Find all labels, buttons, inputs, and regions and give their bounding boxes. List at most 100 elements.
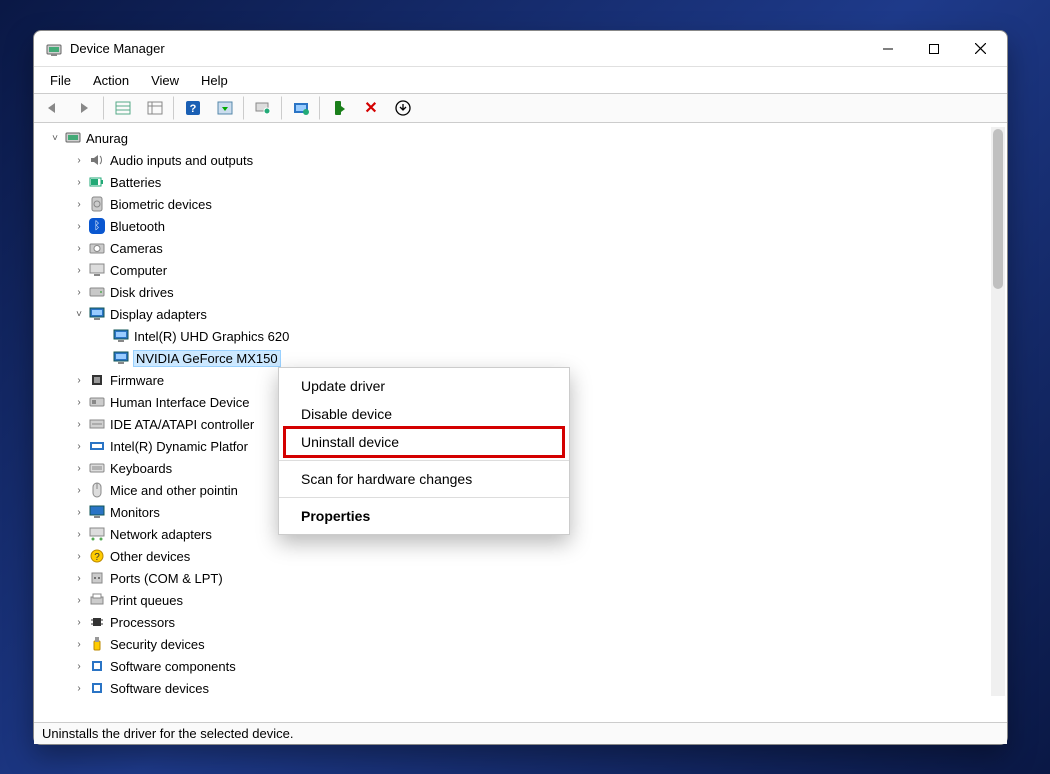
chevron-icon[interactable]: › (72, 681, 86, 695)
software-icon (88, 679, 106, 697)
chevron-icon[interactable]: › (72, 461, 86, 475)
tree-item-label: Monitors (110, 505, 160, 520)
tree-item-nvidia-geforce-mx150[interactable]: NVIDIA GeForce MX150 (40, 347, 1005, 369)
tree-item-ports-com-lpt[interactable]: › Ports (COM & LPT) (40, 567, 1005, 589)
menu-view[interactable]: View (141, 71, 189, 90)
maximize-button[interactable] (911, 34, 957, 64)
chevron-icon[interactable]: › (72, 197, 86, 211)
list-view-button[interactable] (108, 96, 138, 120)
tree-item-label: Cameras (110, 241, 163, 256)
tree-item-bluetooth[interactable]: › ᛒ Bluetooth (40, 215, 1005, 237)
menu-file[interactable]: File (40, 71, 81, 90)
tree-item-label: Intel(R) UHD Graphics 620 (134, 329, 289, 344)
tree-item-print-queues[interactable]: › Print queues (40, 589, 1005, 611)
uninstall-device-button[interactable] (388, 96, 418, 120)
audio-icon (88, 151, 106, 169)
chevron-icon[interactable]: › (72, 285, 86, 299)
tree-item-software-components[interactable]: › Software components (40, 655, 1005, 677)
context-disable-device[interactable]: Disable device (279, 400, 569, 428)
chevron-icon[interactable]: › (72, 593, 86, 607)
tree-item-label: IDE ATA/ATAPI controller (110, 417, 254, 432)
forward-button[interactable] (70, 96, 104, 120)
chevron-icon[interactable]: › (72, 527, 86, 541)
chevron-icon[interactable]: › (72, 571, 86, 585)
tree-item-batteries[interactable]: › Batteries (40, 171, 1005, 193)
update-driver-button[interactable] (286, 96, 320, 120)
chevron-icon[interactable]: › (72, 417, 86, 431)
tree-root[interactable]: ˅ Anurag (40, 127, 1005, 149)
display-icon (88, 305, 106, 323)
context-update-driver[interactable]: Update driver (279, 372, 569, 400)
tree-item-disk-drives[interactable]: › Disk drives (40, 281, 1005, 303)
keyboard-icon (88, 459, 106, 477)
tree-item-label: Audio inputs and outputs (110, 153, 253, 168)
app-icon (46, 41, 62, 57)
chevron-icon[interactable]: › (72, 615, 86, 629)
statusbar: Uninstalls the driver for the selected d… (34, 722, 1007, 744)
chevron-icon[interactable]: › (72, 241, 86, 255)
battery-icon (88, 173, 106, 191)
tree-item-label: Software components (110, 659, 236, 674)
tree-item-label: Firmware (110, 373, 164, 388)
tree-item-label: Keyboards (110, 461, 172, 476)
chevron-icon[interactable]: › (72, 395, 86, 409)
disable-device-button[interactable]: ✕ (356, 96, 386, 120)
chevron-icon[interactable]: › (72, 637, 86, 651)
chevron-icon[interactable]: › (72, 483, 86, 497)
context-separator (279, 497, 569, 498)
back-button[interactable] (38, 96, 68, 120)
tree-item-software-devices[interactable]: › Software devices (40, 677, 1005, 699)
tree-item-label: Ports (COM & LPT) (110, 571, 223, 586)
tree-item-audio-inputs-and-outputs[interactable]: › Audio inputs and outputs (40, 149, 1005, 171)
tree-item-display-adapters[interactable]: ˅ Display adapters (40, 303, 1005, 325)
tree-item-label: Mice and other pointin (110, 483, 238, 498)
software-icon (88, 657, 106, 675)
tree-item-security-devices[interactable]: › Security devices (40, 633, 1005, 655)
context-scan-hardware[interactable]: Scan for hardware changes (279, 465, 569, 493)
tree-item-label: Disk drives (110, 285, 174, 300)
tree-item-biometric-devices[interactable]: › Biometric devices (40, 193, 1005, 215)
enable-device-button[interactable] (324, 96, 354, 120)
tree-item-computer[interactable]: › Computer (40, 259, 1005, 281)
chevron-icon[interactable]: › (72, 219, 86, 233)
tree-item-other-devices[interactable]: › ? Other devices (40, 545, 1005, 567)
details-view-button[interactable] (140, 96, 174, 120)
tree-item-label: Human Interface Device (110, 395, 249, 410)
svg-text:?: ? (94, 552, 100, 563)
chevron-icon[interactable]: ˅ (72, 307, 86, 321)
display-icon (112, 327, 130, 345)
tree-item-label: Bluetooth (110, 219, 165, 234)
firmware-icon (88, 371, 106, 389)
bluetooth-icon: ᛒ (88, 217, 106, 235)
context-uninstall-device[interactable]: Uninstall device (285, 428, 563, 456)
minimize-button[interactable] (865, 34, 911, 64)
disk-icon (88, 283, 106, 301)
x-icon: ✕ (364, 98, 377, 118)
scrollbar[interactable] (991, 127, 1005, 696)
scan-button[interactable] (248, 96, 282, 120)
chevron-icon[interactable]: › (72, 549, 86, 563)
ide-icon (88, 415, 106, 433)
chevron-icon[interactable]: › (72, 373, 86, 387)
chevron-icon[interactable]: › (72, 153, 86, 167)
menu-action[interactable]: Action (83, 71, 139, 90)
scrollbar-thumb[interactable] (993, 129, 1003, 289)
tree-item-label: Computer (110, 263, 167, 278)
chevron-icon[interactable]: › (72, 439, 86, 453)
context-properties[interactable]: Properties (279, 502, 569, 530)
titlebar: Device Manager (34, 31, 1007, 67)
chevron-icon[interactable]: › (72, 263, 86, 277)
chevron-icon[interactable]: › (72, 505, 86, 519)
help-button[interactable]: ? (178, 96, 208, 120)
tree-item-cameras[interactable]: › Cameras (40, 237, 1005, 259)
menu-help[interactable]: Help (191, 71, 238, 90)
chevron-down-icon[interactable]: ˅ (48, 131, 62, 145)
properties-button[interactable] (210, 96, 244, 120)
tree-item-processors[interactable]: › Processors (40, 611, 1005, 633)
tree-item-intel-r-uhd-graphics-620[interactable]: Intel(R) UHD Graphics 620 (40, 325, 1005, 347)
device-tree[interactable]: ˅ Anurag › Audio inputs and outputs › Ba… (40, 127, 1005, 720)
svg-text:?: ? (190, 103, 197, 115)
close-button[interactable] (957, 34, 1003, 64)
chevron-icon[interactable]: › (72, 659, 86, 673)
chevron-icon[interactable]: › (72, 175, 86, 189)
